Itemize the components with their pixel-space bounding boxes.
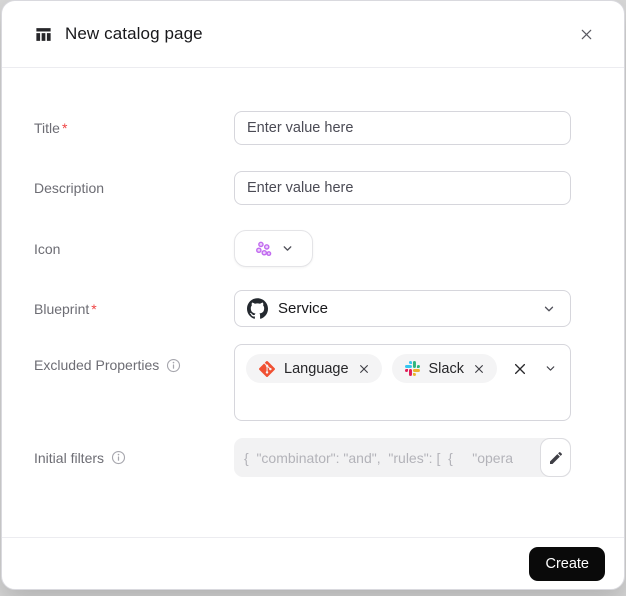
required-asterisk: * xyxy=(61,120,68,136)
chevron-down-icon xyxy=(281,242,294,255)
excluded-properties-multiselect[interactable]: Language Slack xyxy=(234,344,571,421)
chip-label: Language xyxy=(284,360,349,377)
catalog-table-icon xyxy=(34,25,53,44)
required-asterisk: * xyxy=(91,300,97,317)
blueprint-label: Blueprint * xyxy=(34,300,97,317)
chevron-down-icon xyxy=(544,362,557,375)
icon-row: Icon xyxy=(34,230,571,267)
description-label: Description xyxy=(34,180,105,196)
blueprint-select[interactable]: Service xyxy=(234,290,571,327)
create-button[interactable]: Create xyxy=(529,546,605,581)
x-icon xyxy=(513,362,527,376)
pencil-icon xyxy=(548,450,564,466)
multiselect-tools xyxy=(508,354,562,383)
multiselect-dropdown-button[interactable] xyxy=(538,354,562,383)
x-icon xyxy=(473,363,485,375)
dialog-form: Title* Description Icon xyxy=(2,68,624,537)
excluded-properties-label: Excluded Properties xyxy=(34,344,234,373)
title-label: Title * xyxy=(34,120,68,136)
new-catalog-page-dialog: New catalog page Title* Description xyxy=(1,0,625,590)
chip-remove-button[interactable] xyxy=(358,363,370,375)
description-row: Description xyxy=(34,171,571,205)
close-icon xyxy=(579,27,594,42)
x-icon xyxy=(358,363,370,375)
edit-filters-button[interactable] xyxy=(540,438,571,477)
chip-language: Language xyxy=(246,354,382,383)
initial-filters-row: Initial filters { "combinator": "and", "… xyxy=(34,438,571,477)
git-icon xyxy=(259,360,275,377)
initial-filters-value-field: { "combinator": "and", "rules": [ { "ope… xyxy=(234,438,571,477)
initial-filters-label: Initial filters xyxy=(34,450,234,466)
chip-list: Language Slack xyxy=(246,354,506,383)
blueprint-row: Blueprint * Service xyxy=(34,290,571,327)
dialog-header: New catalog page xyxy=(2,1,624,68)
icon-dropdown[interactable] xyxy=(234,230,313,267)
blueprint-value: Service xyxy=(278,300,329,317)
icon-label: Icon xyxy=(34,240,61,257)
description-input[interactable] xyxy=(234,171,571,205)
dialog-title: New catalog page xyxy=(65,24,203,43)
chip-slack: Slack xyxy=(391,354,497,383)
chip-remove-button[interactable] xyxy=(473,363,485,375)
info-icon[interactable] xyxy=(111,450,126,465)
close-button[interactable] xyxy=(572,20,600,48)
title-input[interactable] xyxy=(234,111,571,145)
initial-filters-value: { "combinator": "and", "rules": [ { "ope… xyxy=(244,449,514,466)
github-icon xyxy=(247,298,268,319)
purple-cluster-icon xyxy=(253,239,273,259)
dialog-header-left: New catalog page xyxy=(34,24,572,44)
slack-icon xyxy=(404,361,420,376)
chevron-down-icon xyxy=(542,302,556,316)
dialog-footer: Create xyxy=(2,537,624,589)
excluded-properties-row: Excluded Properties Language Slack xyxy=(34,344,571,421)
title-row: Title * xyxy=(34,111,571,145)
clear-all-button[interactable] xyxy=(508,354,532,383)
initial-filters-field-group: { "combinator": "and", "rules": [ { "ope… xyxy=(234,438,571,477)
info-icon[interactable] xyxy=(166,358,181,373)
chip-label: Slack xyxy=(428,360,464,377)
